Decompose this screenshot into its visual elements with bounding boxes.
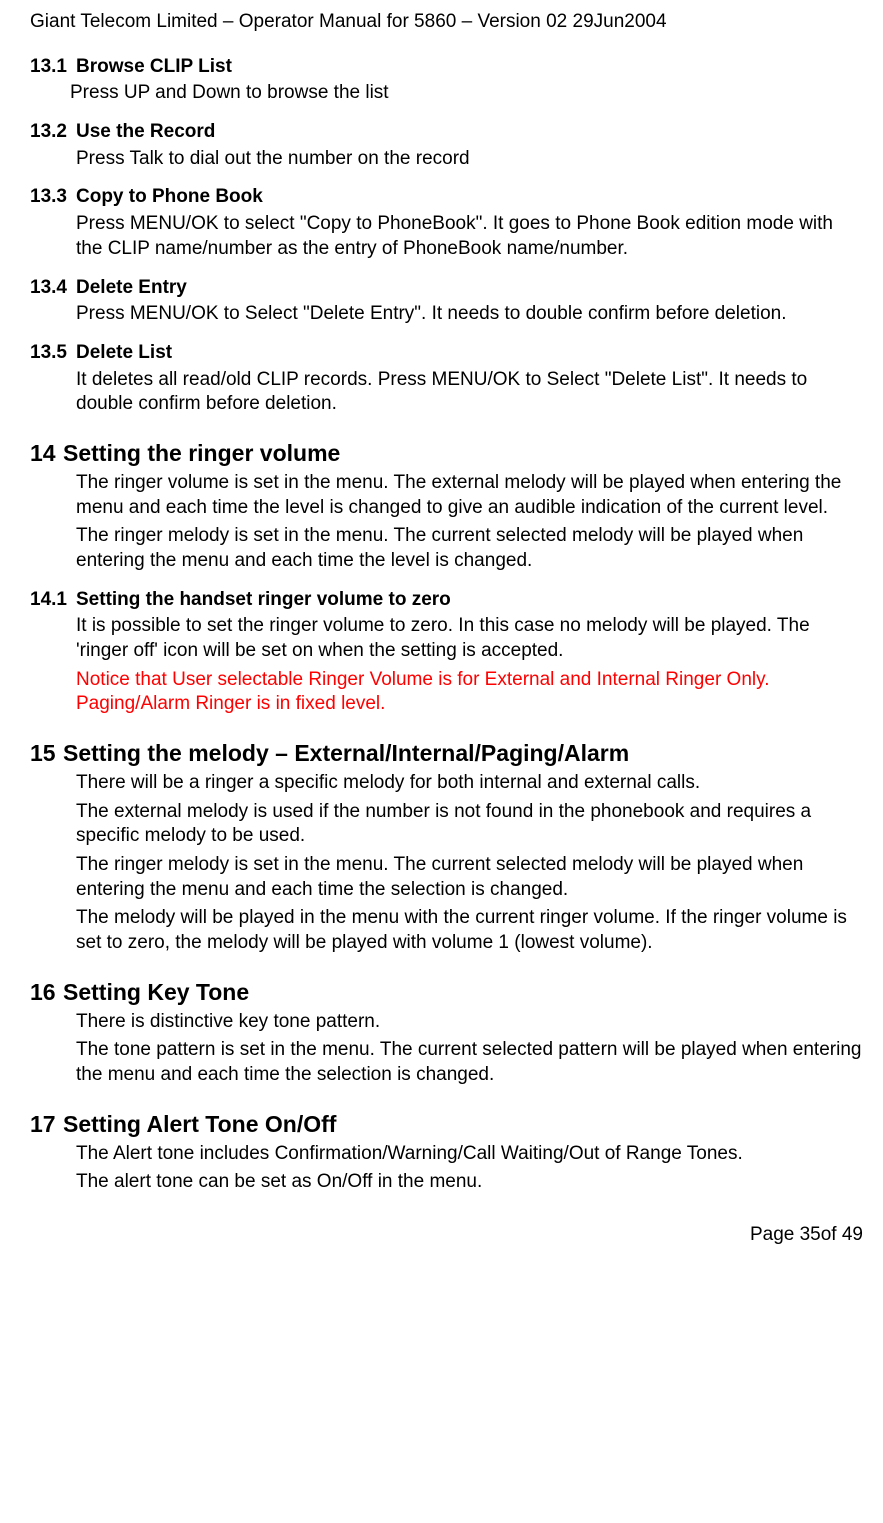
body-text: There will be a ringer a specific melody… — [76, 771, 863, 796]
heading-text: Setting the handset ringer volume to zer… — [76, 588, 451, 613]
body-text: The external melody is used if the numbe… — [76, 800, 863, 849]
heading-14-1: 14.1 Setting the handset ringer volume t… — [30, 588, 863, 613]
heading-13-3: 13.3 Copy to Phone Book — [30, 185, 863, 210]
heading-number: 16 — [30, 978, 63, 1008]
heading-15: 15 Setting the melody – External/Interna… — [30, 739, 863, 769]
heading-text: Browse CLIP List — [76, 55, 232, 80]
heading-text: Delete Entry — [76, 276, 187, 301]
heading-14: 14 Setting the ringer volume — [30, 439, 863, 469]
notice-text: Notice that User selectable Ringer Volum… — [76, 668, 863, 717]
heading-text: Setting the melody – External/Internal/P… — [63, 739, 629, 769]
body-text: There is distinctive key tone pattern. — [76, 1010, 863, 1035]
heading-text: Use the Record — [76, 120, 215, 145]
body-text: The ringer melody is set in the menu. Th… — [76, 524, 863, 573]
body-text: It is possible to set the ringer volume … — [76, 614, 863, 663]
page-header: Giant Telecom Limited – Operator Manual … — [30, 10, 863, 35]
body-text: The melody will be played in the menu wi… — [76, 906, 863, 955]
heading-17: 17 Setting Alert Tone On/Off — [30, 1110, 863, 1140]
heading-13-5: 13.5 Delete List — [30, 341, 863, 366]
heading-13-2: 13.2 Use the Record — [30, 120, 863, 145]
body-text: The alert tone can be set as On/Off in t… — [76, 1170, 863, 1195]
heading-number: 13.1 — [30, 55, 76, 80]
body-text: The Alert tone includes Confirmation/War… — [76, 1142, 863, 1167]
heading-number: 13.2 — [30, 120, 76, 145]
heading-number: 14 — [30, 439, 63, 469]
heading-13-1: 13.1 Browse CLIP List — [30, 55, 863, 80]
body-text: Press MENU/OK to Select "Delete Entry". … — [76, 302, 863, 327]
heading-number: 13.3 — [30, 185, 76, 210]
heading-text: Delete List — [76, 341, 172, 366]
heading-number: 15 — [30, 739, 63, 769]
heading-number: 13.4 — [30, 276, 76, 301]
heading-number: 14.1 — [30, 588, 76, 613]
heading-number: 13.5 — [30, 341, 76, 366]
heading-text: Setting Key Tone — [63, 978, 249, 1008]
heading-text: Setting the ringer volume — [63, 439, 340, 469]
body-text: Press Talk to dial out the number on the… — [76, 147, 863, 172]
heading-text: Copy to Phone Book — [76, 185, 263, 210]
body-text: The ringer volume is set in the menu. Th… — [76, 471, 863, 520]
body-text: Press MENU/OK to select "Copy to PhoneBo… — [76, 212, 863, 261]
page-footer: Page 35of 49 — [30, 1223, 863, 1248]
heading-13-4: 13.4 Delete Entry — [30, 276, 863, 301]
heading-text: Setting Alert Tone On/Off — [63, 1110, 336, 1140]
heading-16: 16 Setting Key Tone — [30, 978, 863, 1008]
body-text: The tone pattern is set in the menu. The… — [76, 1038, 863, 1087]
heading-number: 17 — [30, 1110, 63, 1140]
body-text: The ringer melody is set in the menu. Th… — [76, 853, 863, 902]
body-text: It deletes all read/old CLIP records. Pr… — [76, 368, 863, 417]
body-text: Press UP and Down to browse the list — [70, 81, 863, 106]
